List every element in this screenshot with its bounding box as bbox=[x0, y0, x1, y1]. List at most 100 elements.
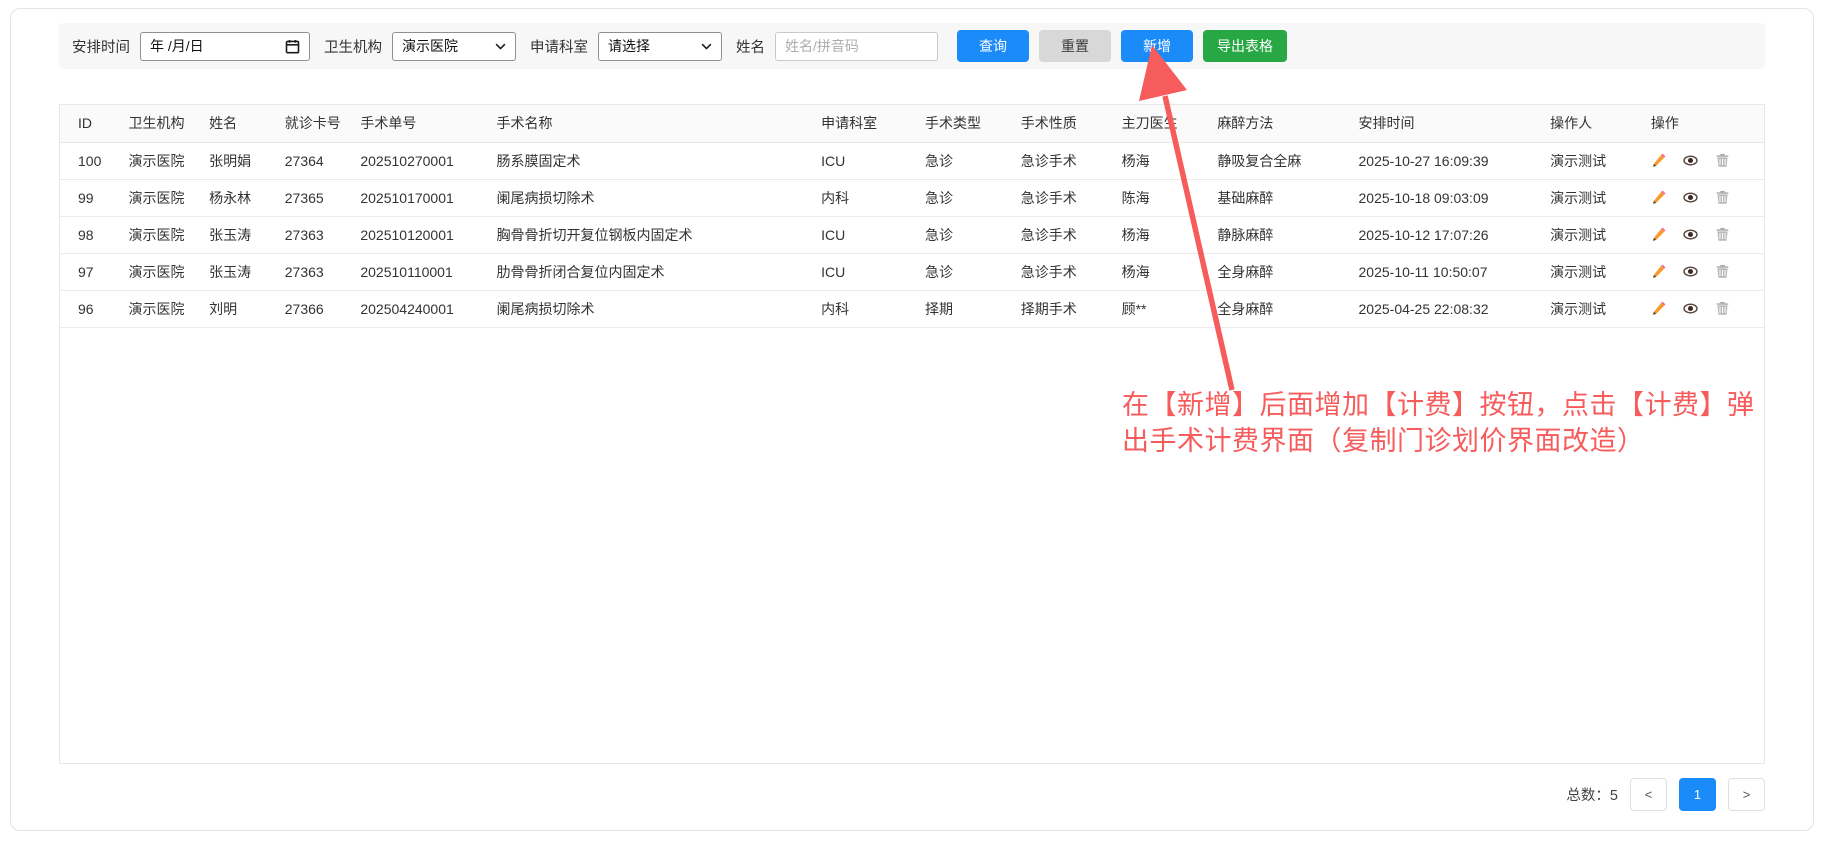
column-header: 安排时间 bbox=[1351, 105, 1543, 142]
column-header: 手术单号 bbox=[352, 105, 488, 142]
table-cell: 2025-10-11 10:50:07 bbox=[1351, 254, 1543, 291]
total-value: 5 bbox=[1610, 788, 1618, 804]
name-filter-label: 姓名 bbox=[736, 36, 765, 57]
surgery-table: ID卫生机构姓名就诊卡号手术单号手术名称申请科室手术类型手术性质主刀医生麻醉方法… bbox=[60, 105, 1764, 328]
table-cell: 2025-10-18 09:03:09 bbox=[1351, 180, 1543, 217]
search-button[interactable]: 查询 bbox=[957, 30, 1029, 62]
dept-filter-label: 申请科室 bbox=[530, 36, 588, 57]
column-header: ID bbox=[60, 105, 120, 142]
pagination: 总数：5 < 1 > bbox=[59, 778, 1765, 811]
dept-select[interactable]: 请选择 bbox=[598, 32, 722, 61]
table-cell: 杨海 bbox=[1114, 217, 1210, 254]
table-cell: 顾** bbox=[1114, 291, 1210, 328]
table-cell: 阑尾病损切除术 bbox=[488, 180, 813, 217]
page-1-button[interactable]: 1 bbox=[1679, 778, 1716, 811]
delete-trash-icon[interactable] bbox=[1715, 227, 1730, 242]
column-header: 申请科室 bbox=[813, 105, 917, 142]
table-cell: 27363 bbox=[277, 217, 353, 254]
table-cell: 杨海 bbox=[1114, 142, 1210, 180]
table-cell: 演示测试 bbox=[1542, 254, 1643, 291]
table-cell: 演示医院 bbox=[120, 254, 201, 291]
table-cell: 张玉涛 bbox=[201, 254, 277, 291]
column-header: 手术性质 bbox=[1013, 105, 1114, 142]
table-cell: 择期手术 bbox=[1013, 291, 1114, 328]
next-page-button[interactable]: > bbox=[1728, 778, 1765, 811]
table-cell: ICU bbox=[813, 254, 917, 291]
calendar-icon[interactable] bbox=[285, 39, 300, 54]
column-header: 麻醉方法 bbox=[1209, 105, 1350, 142]
table-row: 97演示医院张玉涛27363202510110001肋骨骨折闭合复位内固定术IC… bbox=[60, 254, 1764, 291]
table-cell: 静脉麻醉 bbox=[1209, 217, 1350, 254]
table-cell: 张玉涛 bbox=[201, 217, 277, 254]
table-cell: 202510170001 bbox=[352, 180, 488, 217]
row-actions bbox=[1643, 254, 1764, 291]
table-header-row: ID卫生机构姓名就诊卡号手术单号手术名称申请科室手术类型手术性质主刀医生麻醉方法… bbox=[60, 105, 1764, 142]
table-cell: 肋骨骨折闭合复位内固定术 bbox=[488, 254, 813, 291]
edit-pencil-icon[interactable] bbox=[1651, 301, 1666, 316]
table-cell: 27364 bbox=[277, 142, 353, 180]
table-cell: 演示医院 bbox=[120, 142, 201, 180]
table-cell: 急诊手术 bbox=[1013, 254, 1114, 291]
view-eye-icon[interactable] bbox=[1683, 190, 1698, 205]
table-cell: 杨永林 bbox=[201, 180, 277, 217]
table-cell: 急诊 bbox=[917, 254, 1013, 291]
table-row: 98演示医院张玉涛27363202510120001胸骨骨折切开复位钢板内固定术… bbox=[60, 217, 1764, 254]
table-cell: 静吸复合全麻 bbox=[1209, 142, 1350, 180]
add-button[interactable]: 新增 bbox=[1121, 30, 1193, 62]
delete-trash-icon[interactable] bbox=[1715, 301, 1730, 316]
row-actions bbox=[1643, 217, 1764, 254]
delete-trash-icon[interactable] bbox=[1715, 190, 1730, 205]
table-cell: 2025-04-25 22:08:32 bbox=[1351, 291, 1543, 328]
table-cell: 2025-10-27 16:09:39 bbox=[1351, 142, 1543, 180]
row-actions bbox=[1643, 143, 1764, 180]
edit-pencil-icon[interactable] bbox=[1651, 190, 1666, 205]
view-eye-icon[interactable] bbox=[1683, 153, 1698, 168]
table-cell: 杨海 bbox=[1114, 254, 1210, 291]
delete-trash-icon[interactable] bbox=[1715, 153, 1730, 168]
table-cell: 内科 bbox=[813, 291, 917, 328]
schedule-date-input[interactable]: 年 /月/日 bbox=[140, 32, 310, 61]
edit-pencil-icon[interactable] bbox=[1651, 153, 1666, 168]
patient-name-input[interactable] bbox=[775, 32, 938, 61]
delete-trash-icon[interactable] bbox=[1715, 264, 1730, 279]
table-row: 96演示医院刘明27366202504240001阑尾病损切除术内科择期择期手术… bbox=[60, 291, 1764, 328]
table-cell: 全身麻醉 bbox=[1209, 291, 1350, 328]
surgery-table-container: ID卫生机构姓名就诊卡号手术单号手术名称申请科室手术类型手术性质主刀医生麻醉方法… bbox=[59, 104, 1765, 764]
table-cell: 演示测试 bbox=[1542, 180, 1643, 217]
table-cell: 急诊手术 bbox=[1013, 142, 1114, 180]
table-cell: ICU bbox=[813, 217, 917, 254]
table-cell: 96 bbox=[60, 291, 120, 328]
edit-pencil-icon[interactable] bbox=[1651, 264, 1666, 279]
chevron-down-icon bbox=[495, 43, 506, 50]
table-row: 100演示医院张明娟27364202510270001肠系膜固定术ICU急诊急诊… bbox=[60, 142, 1764, 180]
table-cell: 演示测试 bbox=[1542, 291, 1643, 328]
org-select[interactable]: 演示医院 bbox=[392, 32, 516, 61]
table-cell: 急诊 bbox=[917, 217, 1013, 254]
table-cell: 择期 bbox=[917, 291, 1013, 328]
chevron-down-icon bbox=[701, 43, 712, 50]
table-cell: 演示医院 bbox=[120, 180, 201, 217]
total-label: 总数： bbox=[1566, 788, 1610, 804]
view-eye-icon[interactable] bbox=[1683, 227, 1698, 242]
table-cell: 演示测试 bbox=[1542, 142, 1643, 180]
org-select-value: 演示医院 bbox=[402, 36, 458, 56]
table-cell: 急诊 bbox=[917, 142, 1013, 180]
column-header: 主刀医生 bbox=[1114, 105, 1210, 142]
edit-pencil-icon[interactable] bbox=[1651, 227, 1666, 242]
column-header: 卫生机构 bbox=[120, 105, 201, 142]
table-cell: 100 bbox=[60, 142, 120, 180]
table-cell: 98 bbox=[60, 217, 120, 254]
table-cell: 陈海 bbox=[1114, 180, 1210, 217]
table-cell: 演示测试 bbox=[1542, 217, 1643, 254]
table-cell: 202504240001 bbox=[352, 291, 488, 328]
table-body: 100演示医院张明娟27364202510270001肠系膜固定术ICU急诊急诊… bbox=[60, 142, 1764, 328]
view-eye-icon[interactable] bbox=[1683, 301, 1698, 316]
table-row: 99演示医院杨永林27365202510170001阑尾病损切除术内科急诊急诊手… bbox=[60, 180, 1764, 217]
table-cell: 张明娟 bbox=[201, 142, 277, 180]
table-cell: 演示医院 bbox=[120, 291, 201, 328]
reset-button[interactable]: 重置 bbox=[1039, 30, 1111, 62]
view-eye-icon[interactable] bbox=[1683, 264, 1698, 279]
prev-page-button[interactable]: < bbox=[1630, 778, 1667, 811]
table-cell: 27366 bbox=[277, 291, 353, 328]
export-table-button[interactable]: 导出表格 bbox=[1203, 30, 1287, 62]
